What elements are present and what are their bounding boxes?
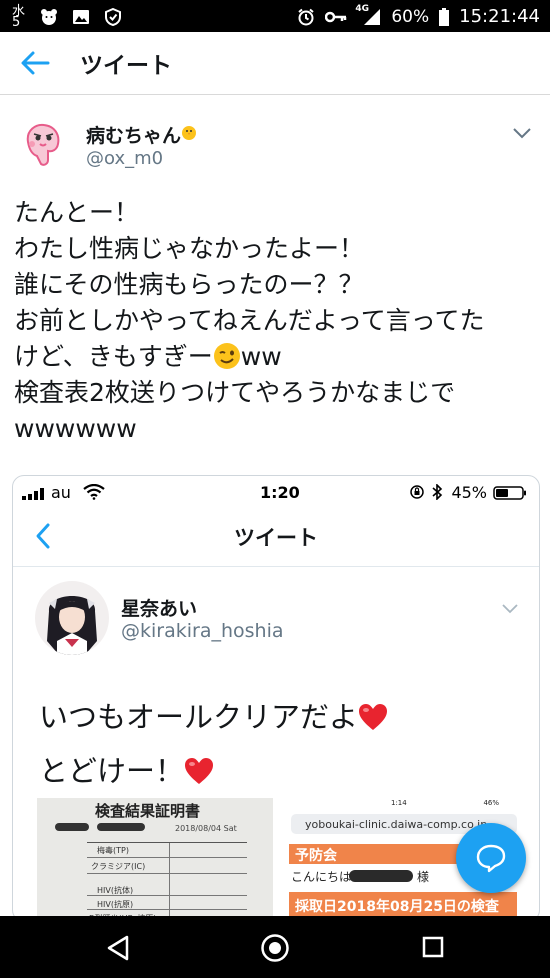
tweet-line: wwwwww bbox=[14, 414, 137, 443]
tweet-line: わたし性病じゃなかったよー！ bbox=[14, 234, 365, 263]
chick-emoji-icon bbox=[182, 126, 196, 140]
mini-time: 1:14 bbox=[391, 799, 407, 807]
greeting-redaction bbox=[349, 870, 413, 882]
system-nav-bar bbox=[0, 916, 550, 978]
embedded-time: 1:20 bbox=[260, 483, 300, 502]
tweet-line: 誰にその性病もらったのー？？ bbox=[14, 270, 364, 299]
battery-icon bbox=[493, 486, 526, 500]
tweet-text: たんとー！ わたし性病じゃなかったよー！ 誰にその性病もらったのー？？ お前とし… bbox=[14, 195, 544, 447]
embedded-tweet-line: いつもオールクリアだよ bbox=[39, 694, 388, 736]
tweet-line-with-emoji: けど、きもすぎー ww bbox=[14, 339, 544, 375]
user-handle[interactable]: @ox_m0 bbox=[86, 148, 163, 169]
status-bar: 水5 4G 60% 15:21:44 bbox=[0, 0, 550, 32]
carrier-logo-icon: 水5 bbox=[12, 4, 26, 30]
tweet-line: 検査表2枚送りつけてやろうかなまじで bbox=[14, 378, 456, 407]
clock: 15:21:44 bbox=[459, 6, 540, 27]
key-icon bbox=[325, 11, 347, 22]
wifi-icon bbox=[83, 484, 105, 500]
embedded-title: ツイート bbox=[234, 526, 318, 550]
greeting: こんにちは bbox=[291, 870, 352, 884]
embedded-text: いつもオールクリアだよ bbox=[39, 700, 359, 734]
heart-emoji-icon bbox=[185, 758, 214, 784]
image-icon bbox=[73, 10, 89, 24]
doc-table: 梅毒(TP) クラミジア(IC) HIV(抗体) HIV(抗原) B型肝炎(HB… bbox=[87, 842, 247, 921]
tweet-line-part: ww bbox=[240, 342, 282, 371]
nav-back-icon[interactable] bbox=[106, 935, 130, 961]
shield-icon bbox=[105, 8, 121, 26]
url-text: yoboukai-clinic.daiwa-comp.co.jp bbox=[305, 818, 488, 831]
doc-name-redaction bbox=[97, 823, 145, 831]
avatar[interactable] bbox=[18, 120, 66, 168]
battery-icon bbox=[439, 7, 450, 26]
alarm-icon bbox=[298, 8, 314, 25]
collection-date: 採取日2018年08月25日の検査 bbox=[295, 899, 499, 915]
embedded-tweet-line: とどけー！ bbox=[39, 748, 214, 790]
embedded-user-handle: @kirakira_hoshia bbox=[121, 620, 284, 642]
nav-recents-icon[interactable] bbox=[422, 936, 444, 958]
battery-percent: 60% bbox=[391, 6, 430, 27]
rotation-lock-icon bbox=[410, 485, 424, 499]
tweet-line-part: けど、きもすぎー bbox=[14, 342, 213, 371]
page-title: ツイート bbox=[80, 53, 172, 79]
chevron-down-icon[interactable] bbox=[512, 126, 532, 140]
app-header: ツイート bbox=[0, 32, 550, 95]
embedded-battery-percent: 45% bbox=[451, 483, 487, 502]
doc-date: 2018/08/04 Sat bbox=[175, 824, 237, 833]
winking-face-emoji-icon bbox=[213, 343, 240, 369]
embedded-avatar bbox=[35, 581, 109, 655]
greeting-suffix: 様 bbox=[417, 870, 430, 884]
embedded-text: とどけー！ bbox=[39, 754, 185, 788]
mini-status-bar: 1:14 46% bbox=[279, 798, 519, 810]
tweet-line: たんとー！ bbox=[14, 198, 140, 227]
embedded-status-bar: au 1:20 45% bbox=[13, 476, 539, 508]
doc-row: 梅毒(TP) bbox=[97, 846, 129, 855]
doc-row: クラミジア(IC) bbox=[91, 862, 146, 871]
site-name: 予防会 bbox=[295, 848, 337, 864]
mini-battery: 46% bbox=[483, 799, 499, 807]
test-result-photo: 検査結果証明書 2018/08/04 Sat 梅毒(TP) クラミジア(IC) … bbox=[37, 798, 273, 921]
doc-id-redaction bbox=[55, 823, 89, 831]
back-arrow-icon[interactable] bbox=[20, 50, 50, 76]
chevron-down-icon bbox=[502, 604, 518, 614]
speech-bubble-icon bbox=[476, 844, 506, 873]
doc-title: 検査結果証明書 bbox=[95, 802, 201, 820]
signal-icon: 4G bbox=[355, 4, 381, 26]
embedded-display-name: 星奈あい bbox=[121, 598, 198, 620]
nav-home-icon[interactable] bbox=[260, 933, 290, 963]
heart-emoji-icon bbox=[359, 704, 388, 730]
embedded-header: ツイート bbox=[13, 508, 539, 567]
display-name[interactable]: 病むちゃん bbox=[86, 121, 181, 148]
signal-bars-icon bbox=[22, 488, 44, 500]
compose-reply-button[interactable] bbox=[456, 823, 526, 893]
tweet-line: お前としかやってねえんだよって言ってた bbox=[14, 306, 485, 335]
embedded-carrier: au bbox=[51, 483, 71, 502]
face-icon bbox=[41, 9, 57, 25]
bluetooth-icon bbox=[432, 484, 443, 500]
